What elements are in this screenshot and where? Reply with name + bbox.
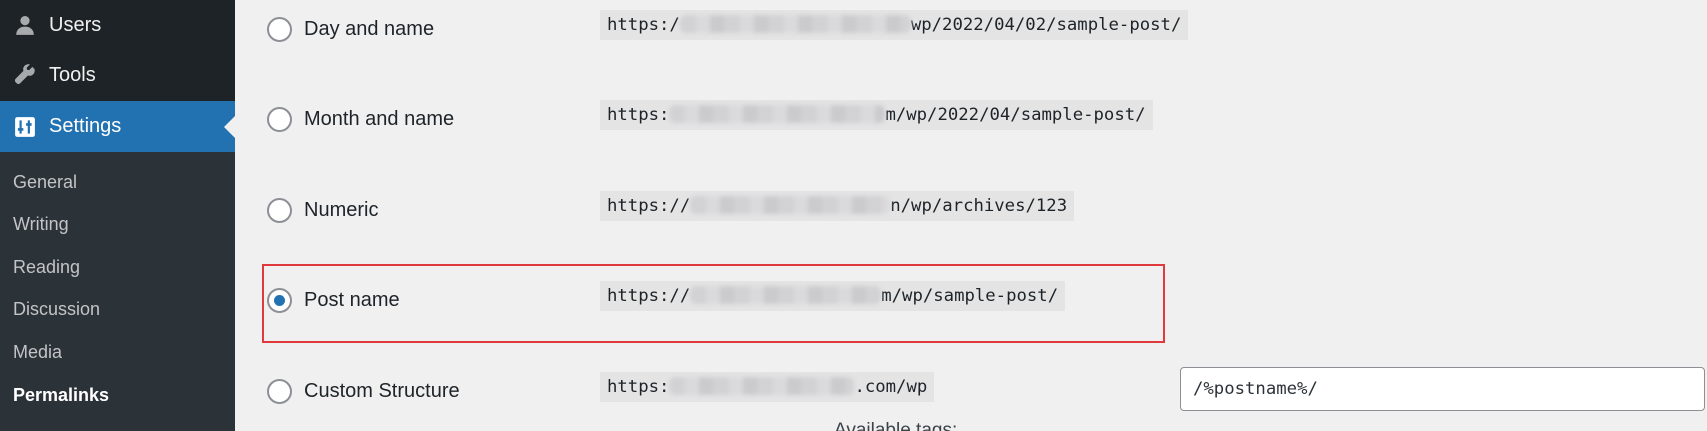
submenu-item-permalinks[interactable]: Permalinks [13,385,109,406]
redacted-domain [679,15,911,33]
menu-item-users[interactable]: Users [0,0,235,50]
radio-custom-structure[interactable] [267,379,292,404]
redacted-domain [669,105,886,123]
menu-item-label: Users [49,13,102,36]
user-icon [0,14,49,36]
url-suffix: wp/2022/04/02/sample-post/ [910,15,1182,35]
url-prefix: https: [607,105,670,125]
option-label[interactable]: Month and name [304,108,454,131]
redacted-domain [690,196,891,214]
redacted-domain [669,377,855,395]
url-prefix: https:// [607,196,691,216]
permalink-option-month-and-name: Month and name https: m/wp/2022/04/sample… [235,99,1707,139]
option-label[interactable]: Custom Structure [304,380,460,403]
settings-submenu: General Writing Reading Discussion Media… [0,152,235,431]
radio-numeric[interactable] [267,198,292,223]
wrench-icon [0,64,49,86]
url-suffix: n/wp/archives/123 [890,196,1068,216]
radio-month-and-name[interactable] [267,107,292,132]
radio-day-and-name[interactable] [267,17,292,42]
menu-item-label: Tools [49,63,96,86]
url-prefix: https:/ [607,15,680,35]
menu-item-label: Settings [49,115,122,137]
submenu-item-general[interactable]: General [13,172,77,193]
permalink-option-day-and-name: Day and name https:/ wp/2022/04/02/sample… [235,9,1707,49]
example-url: https:// n/wp/archives/123 [600,191,1075,221]
option-label[interactable]: Day and name [304,18,434,41]
available-tags-label: Available tags: [834,420,958,431]
example-url: https: m/wp/2022/04/sample-post/ [600,100,1153,130]
example-url: https:/ wp/2022/04/02/sample-post/ [600,10,1189,40]
active-menu-arrow [224,116,235,138]
option-label[interactable]: Numeric [304,199,378,222]
example-url: https: .com/wp [600,372,935,402]
url-prefix: https: [607,377,670,397]
submenu-item-writing[interactable]: Writing [13,214,69,235]
submenu-item-discussion[interactable]: Discussion [13,299,100,320]
submenu-item-media[interactable]: Media [13,342,62,363]
url-suffix: .com/wp [854,377,928,397]
menu-item-tools[interactable]: Tools [0,50,235,100]
menu-item-settings[interactable]: Settings [0,101,235,152]
submenu-item-reading[interactable]: Reading [13,257,80,278]
permalink-option-numeric: Numeric https:// n/wp/archives/123 [235,190,1707,230]
permalink-settings: Day and name https:/ wp/2022/04/02/sample… [235,0,1707,431]
settings-icon [0,116,49,138]
selection-highlight-box [262,264,1165,343]
admin-sidebar: Users Tools Settings General Writing Rea… [0,0,235,431]
custom-structure-input[interactable]: /%postname%/ [1180,367,1705,411]
url-suffix: m/wp/2022/04/sample-post/ [885,105,1146,125]
